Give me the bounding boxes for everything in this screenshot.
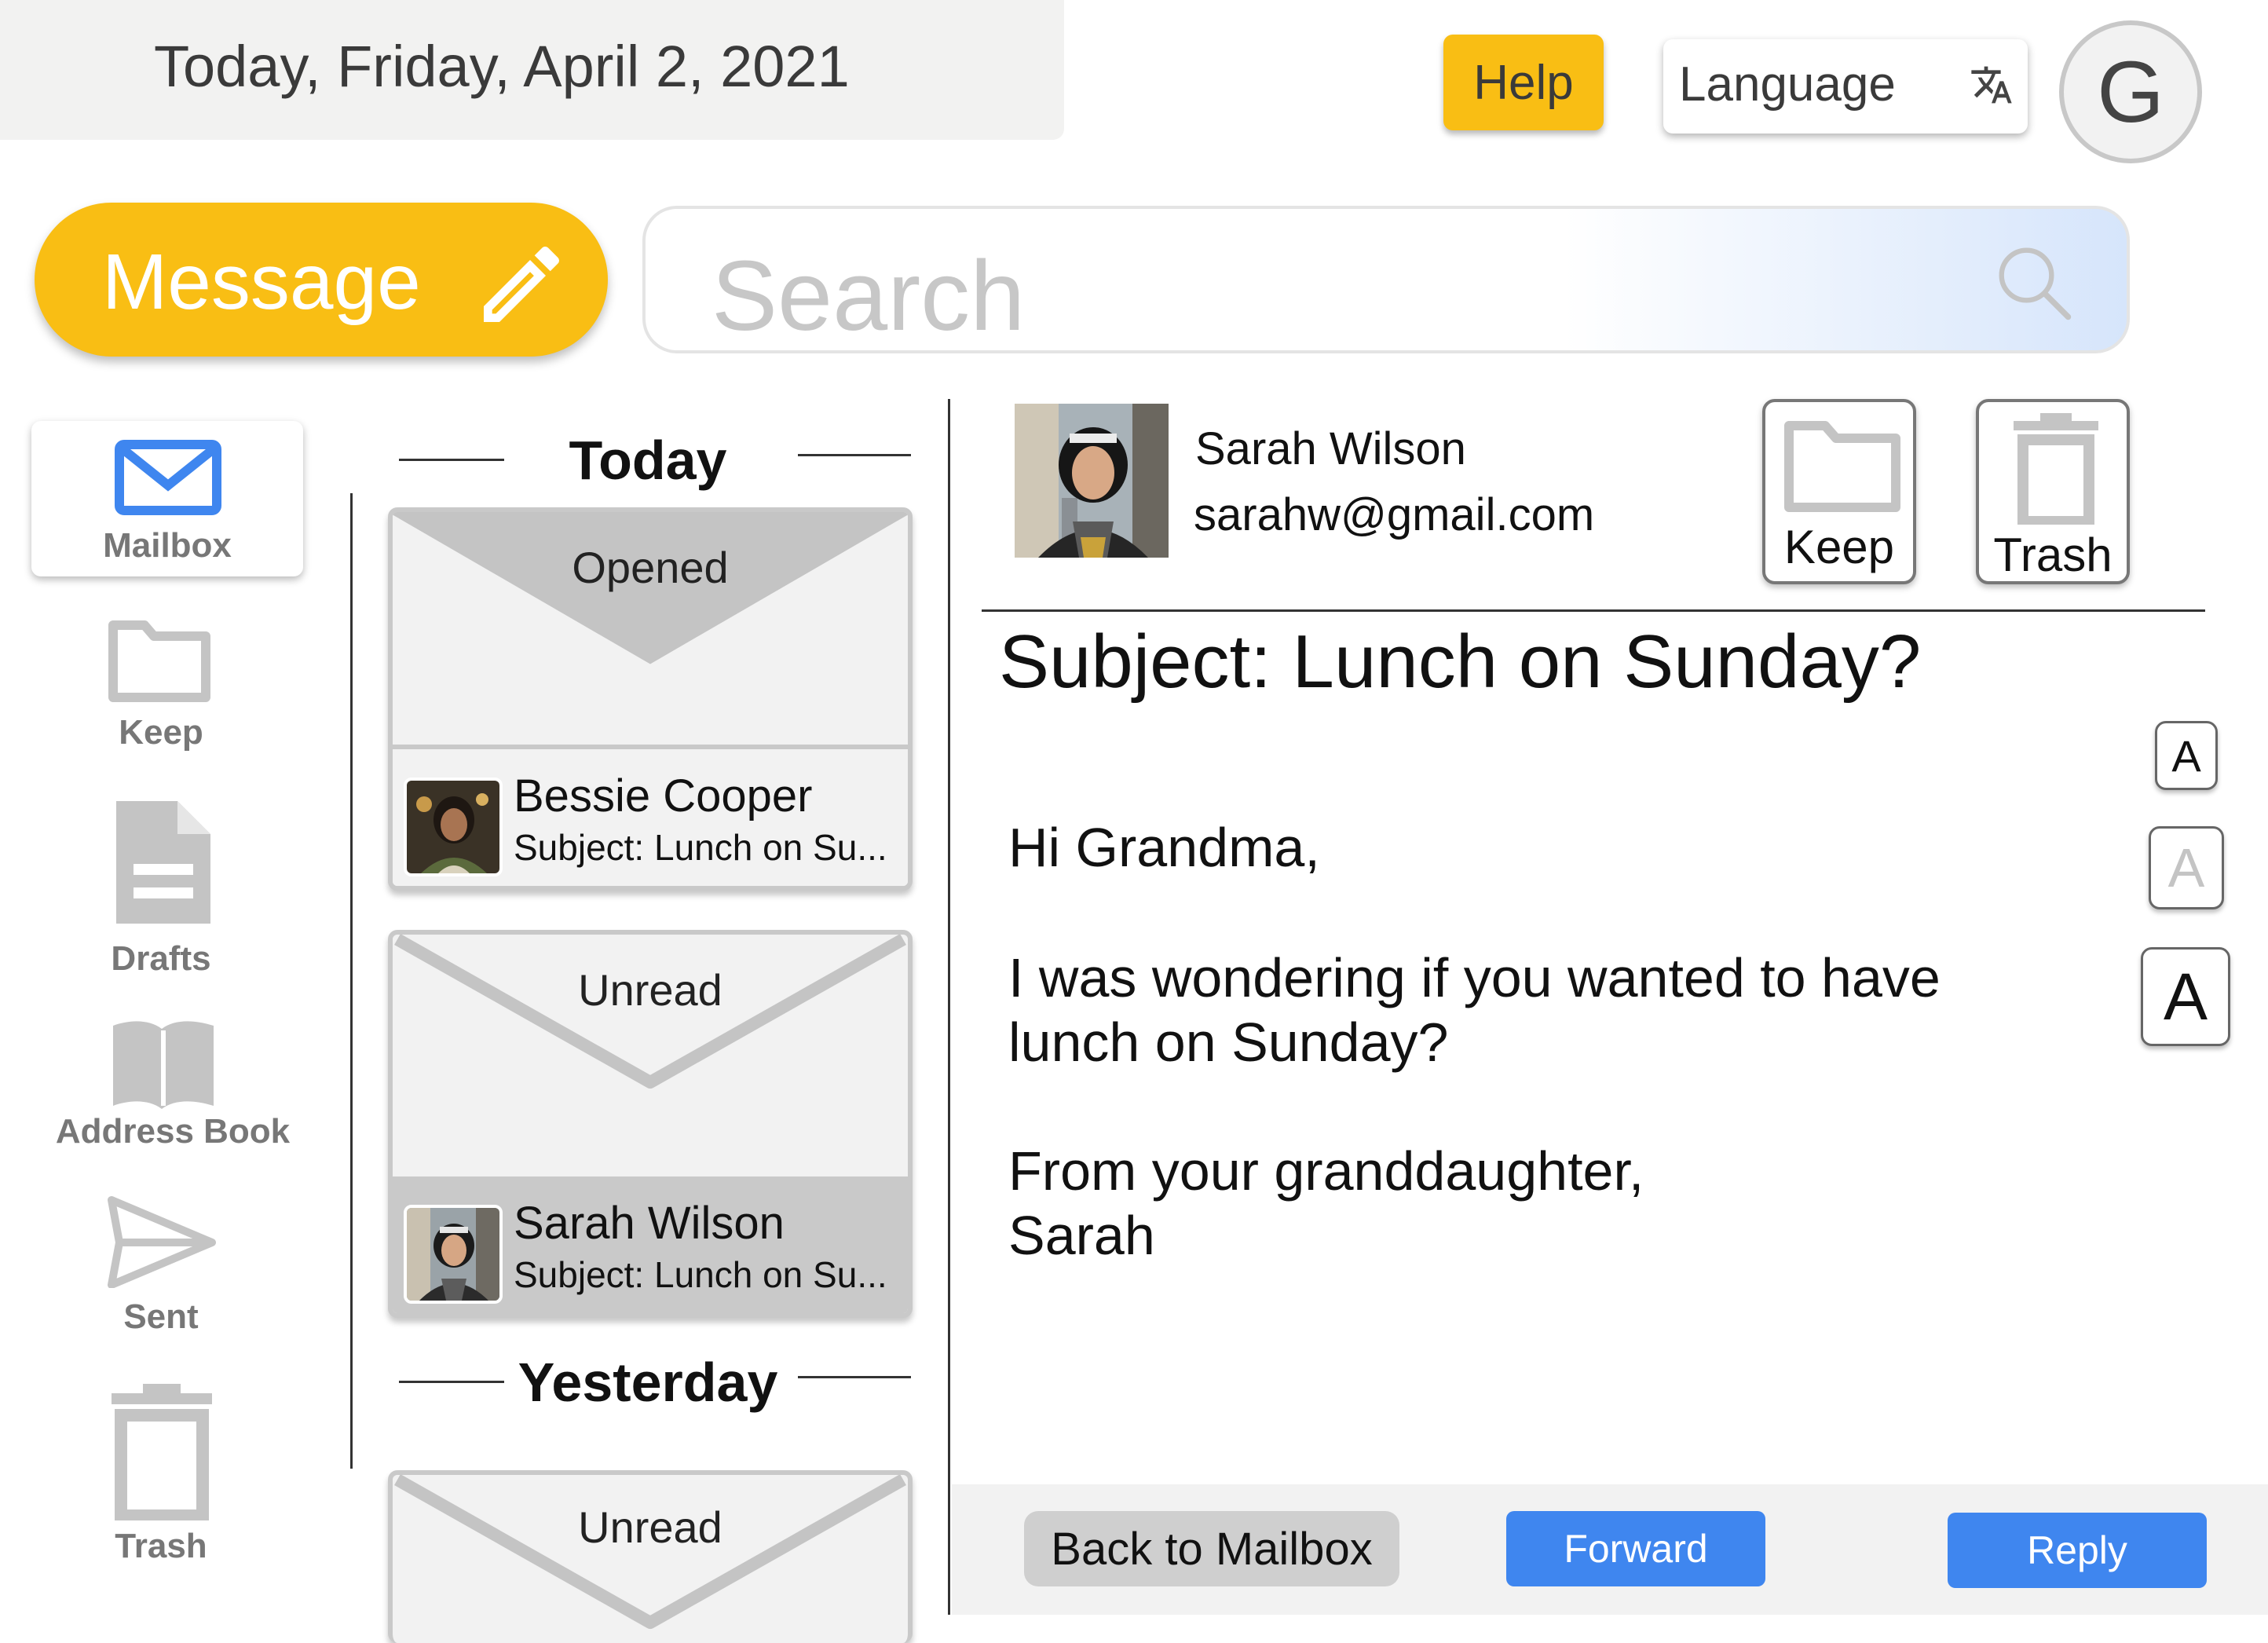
mail-icon [115,440,221,515]
trash-icon [112,1384,212,1520]
search-icon[interactable] [1992,240,2075,324]
section-title-yesterday: Yesterday [518,1352,778,1413]
sidebar-item-keep[interactable]: Keep [31,605,291,762]
date-bar: Today, Friday, April 2, 2021 [0,0,1064,140]
sender-name: Sarah Wilson [1195,423,1466,474]
sidebar-item-trash[interactable]: Trash [31,1379,291,1568]
email-greeting: Hi Grandma, [1008,817,1320,878]
sidebar-item-sent[interactable]: Sent [31,1192,291,1349]
email-subject: Subject: Lunch on Sunday? [999,620,1922,704]
keep-button[interactable]: Keep [1762,399,1916,584]
sidebar-item-drafts[interactable]: Drafts [31,789,291,985]
mail-sender-row: Sarah Wilson Subject: Lunch on Su... [393,1176,908,1313]
send-icon [108,1196,216,1288]
help-button[interactable]: Help [1443,35,1604,130]
font-size-small-button[interactable]: A [2155,721,2218,790]
sidebar-item-label: Sent [123,1297,199,1336]
section-title-today: Today [569,430,727,491]
section-rule [399,459,504,461]
header-divider [982,609,2205,612]
profile-avatar[interactable]: G [2059,20,2202,163]
mail-sender-row: Bessie Cooper Subject: Lunch on Su... [393,745,908,886]
translate-icon [1971,66,2012,104]
mail-subject-preview: Subject: Lunch on Su... [514,827,887,868]
mail-status: Unread [578,1502,722,1552]
trash-label: Trash [1993,529,2113,581]
sidebar-item-label: Trash [115,1527,207,1565]
pencil-icon [484,246,560,322]
forward-button[interactable]: Forward [1506,1511,1765,1586]
sender-photo [1015,404,1169,558]
unread-envelope-icon [394,1475,906,1629]
sidebar-item-label: Keep [119,713,203,752]
sender-avatar [404,778,503,876]
sidebar-item-label: Mailbox [103,526,232,565]
sender-avatar [404,1205,503,1304]
language-button[interactable]: Language [1663,39,2028,134]
back-to-mailbox-button[interactable]: Back to Mailbox [1024,1511,1399,1586]
font-size-large-button[interactable]: A [2141,947,2230,1046]
mail-subject-preview: Subject: Lunch on Su... [514,1254,887,1295]
sidebar-item-label: Drafts [111,939,211,978]
search-placeholder: Search [711,240,1026,351]
mail-sender-name: Bessie Cooper [514,770,813,822]
folder-icon [108,620,210,702]
mail-item-bessie-cooper[interactable]: Opened Bessie Cooper Subject: Lunch on S… [388,507,913,891]
sidebar-divider [350,493,353,1469]
new-message-button[interactable]: Message [35,203,608,357]
language-label: Language [1679,57,1896,112]
email-body-line: lunch on Sunday? [1008,1012,1449,1073]
font-size-medium-button[interactable]: A [2149,826,2224,909]
trash-button[interactable]: Trash [1976,399,2130,584]
mail-item-sarah-wilson[interactable]: Unread Sarah Wilson Subject: Lunch on Su… [388,930,913,1318]
section-rule [798,1376,911,1378]
sidebar-item-label: Address Book [55,1112,291,1151]
folder-icon [1784,421,1900,512]
section-rule [798,454,911,456]
reply-button[interactable]: Reply [1948,1513,2207,1588]
date-text: Today, Friday, April 2, 2021 [154,34,850,99]
book-icon [113,1021,214,1109]
sidebar-item-mailbox[interactable]: Mailbox [31,421,303,576]
list-divider [948,399,950,1615]
keep-label: Keep [1783,521,1895,573]
mail-sender-name: Sarah Wilson [514,1198,785,1249]
sidebar-item-address-book[interactable]: Address Book [31,1015,314,1172]
document-icon [116,801,210,924]
section-rule [399,1381,504,1383]
new-message-label: Message [102,238,421,326]
search-bar[interactable]: Search [642,206,2130,353]
email-signature: Sarah [1008,1205,1155,1266]
trash-icon [2014,413,2098,525]
email-closing: From your granddaughter, [1008,1140,1644,1202]
mail-status: Unread [578,965,722,1015]
email-body-line: I was wondering if you wanted to have [1008,947,1941,1008]
sender-email: sarahw@gmail.com [1194,489,1595,540]
mail-status: Opened [572,543,729,592]
mail-item-yesterday[interactable]: Unread [388,1470,913,1643]
